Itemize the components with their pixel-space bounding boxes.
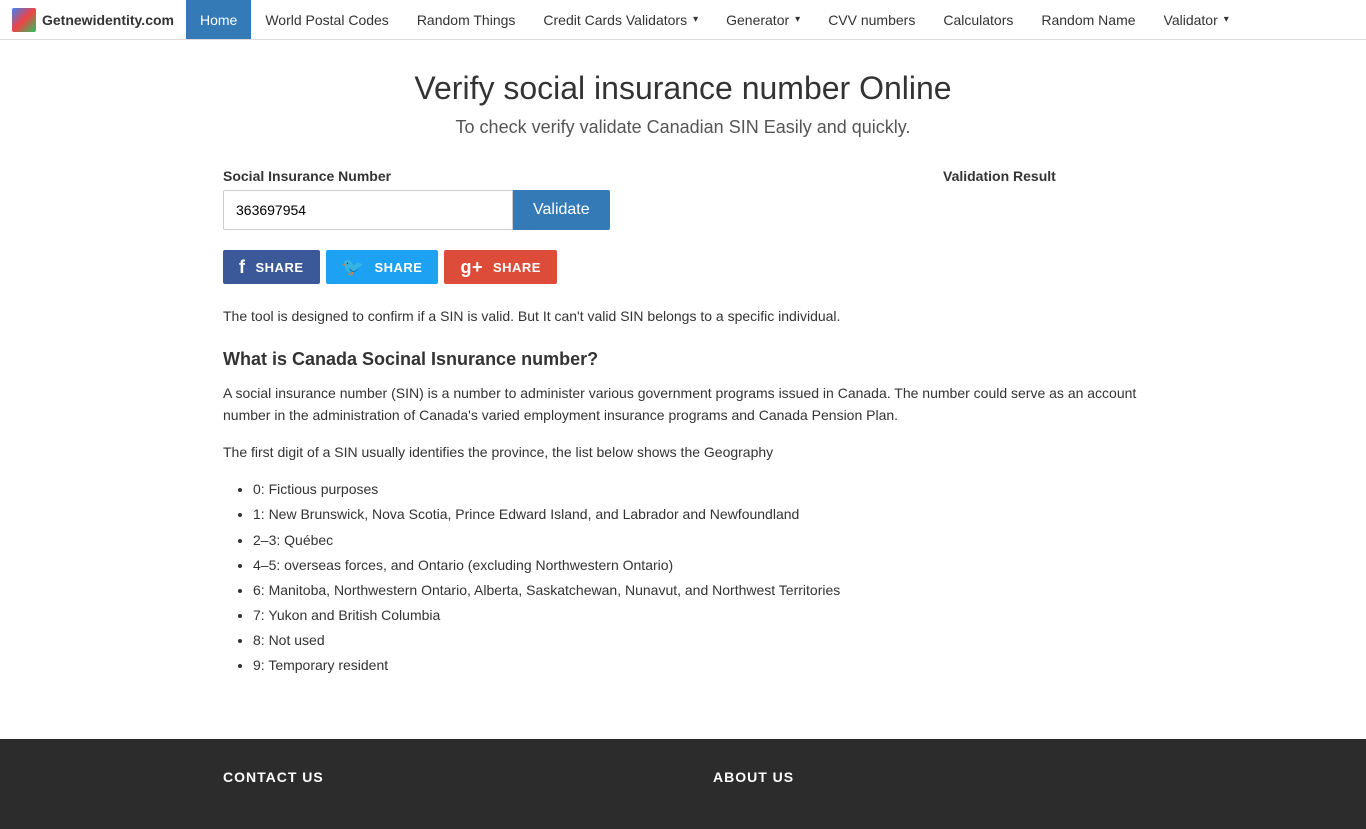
list-item: 7: Yukon and British Columbia (253, 603, 1143, 628)
chevron-down-icon: ▾ (693, 14, 698, 25)
sin-input[interactable] (223, 190, 513, 230)
footer-contact: CONTACT US (223, 769, 653, 799)
validation-result-label: Validation Result (943, 168, 1143, 184)
facebook-icon: f (239, 258, 246, 276)
footer: CONTACT US ABOUT US (0, 739, 1366, 829)
social-buttons: f SHARE 🐦 SHARE g+ SHARE (223, 250, 1143, 284)
sin-input-row: Validate (223, 190, 883, 230)
brand-link[interactable]: Getnewidentity.com (0, 0, 186, 39)
about-heading: ABOUT US (713, 769, 1143, 785)
list-item: 6: Manitoba, Northwestern Ontario, Alber… (253, 578, 1143, 603)
list-item: 0: Fictious purposes (253, 477, 1143, 502)
footer-inner: CONTACT US ABOUT US (203, 769, 1163, 829)
page-subtitle: To check verify validate Canadian SIN Ea… (223, 117, 1143, 138)
nav-item-cvv[interactable]: CVV numbers (814, 0, 929, 39)
google-plus-icon: g+ (460, 258, 483, 276)
contact-heading: CONTACT US (223, 769, 653, 785)
what-is-p2: The first digit of a SIN usually identif… (223, 441, 1143, 463)
tool-description: The tool is designed to confirm if a SIN… (223, 306, 1143, 327)
google-share-button[interactable]: g+ SHARE (444, 250, 557, 284)
nav-item-home[interactable]: Home (186, 0, 251, 39)
list-item: 1: New Brunswick, Nova Scotia, Prince Ed… (253, 502, 1143, 527)
chevron-down-icon: ▾ (1224, 14, 1229, 25)
list-item: 4–5: overseas forces, and Ontario (exclu… (253, 553, 1143, 578)
brand-icon (12, 8, 36, 32)
main-content: Verify social insurance number Online To… (203, 40, 1163, 739)
sin-input-group: Social Insurance Number Validate (223, 168, 883, 230)
nav-item-generator[interactable]: Generator ▾ (712, 0, 814, 39)
chevron-down-icon: ▾ (795, 14, 800, 25)
navbar: Getnewidentity.com Home World Postal Cod… (0, 0, 1366, 40)
nav-item-random-name[interactable]: Random Name (1027, 0, 1149, 39)
province-list: 0: Fictious purposes 1: New Brunswick, N… (223, 477, 1143, 679)
list-item: 9: Temporary resident (253, 653, 1143, 678)
facebook-share-button[interactable]: f SHARE (223, 250, 320, 284)
nav-item-calculators[interactable]: Calculators (929, 0, 1027, 39)
nav-item-random-things[interactable]: Random Things (403, 0, 530, 39)
footer-about: ABOUT US (713, 769, 1143, 799)
list-item: 2–3: Québec (253, 528, 1143, 553)
what-is-p1: A social insurance number (SIN) is a num… (223, 382, 1143, 427)
what-is-heading: What is Canada Socinal Isnurance number? (223, 349, 1143, 370)
nav-item-validator[interactable]: Validator ▾ (1150, 0, 1243, 39)
twitter-icon: 🐦 (342, 258, 365, 276)
page-title: Verify social insurance number Online (223, 70, 1143, 107)
nav-menu: Home World Postal Codes Random Things Cr… (186, 0, 1243, 39)
nav-item-postal-codes[interactable]: World Postal Codes (251, 0, 402, 39)
list-item: 8: Not used (253, 628, 1143, 653)
form-section: Social Insurance Number Validate Validat… (223, 168, 1143, 230)
twitter-share-button[interactable]: 🐦 SHARE (326, 250, 439, 284)
validate-button[interactable]: Validate (513, 190, 610, 230)
nav-item-credit-cards[interactable]: Credit Cards Validators ▾ (529, 0, 712, 39)
validation-result-section: Validation Result (943, 168, 1143, 190)
sin-label: Social Insurance Number (223, 168, 883, 184)
brand-name: Getnewidentity.com (42, 12, 174, 28)
